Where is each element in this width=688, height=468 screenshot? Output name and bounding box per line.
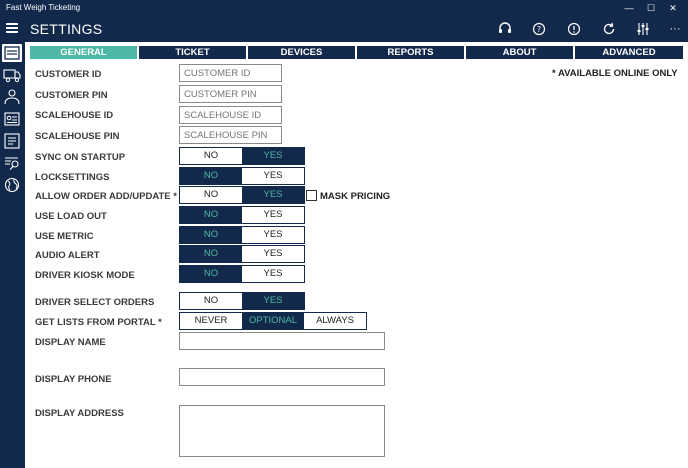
sliders-icon[interactable] (633, 20, 653, 38)
driver-select-toggle: NO YES (179, 292, 305, 310)
online-only-notice: * AVAILABLE ONLINE ONLY (552, 68, 678, 79)
customer-card-icon[interactable] (2, 110, 22, 128)
sync-on-startup-no[interactable]: NO (180, 148, 242, 164)
lists-from-portal-toggle: NEVER OPTIONAL ALWAYS (179, 312, 367, 330)
driver-select-no[interactable]: NO (180, 293, 242, 309)
scalehouse-id-input[interactable] (179, 106, 282, 124)
lists-from-portal-always[interactable]: ALWAYS (304, 313, 366, 329)
lists-from-portal-never[interactable]: NEVER (180, 313, 242, 329)
use-metric-label: USE METRIC (35, 231, 94, 242)
driver-kiosk-toggle: NO YES (179, 265, 305, 283)
sync-on-startup-label: SYNC ON STARTUP (35, 152, 126, 163)
use-load-out-label: USE LOAD OUT (35, 211, 107, 222)
page-title: SETTINGS (30, 21, 103, 37)
allow-order-yes[interactable]: YES (242, 187, 304, 203)
locksettings-yes[interactable]: YES (242, 168, 304, 184)
customer-id-input[interactable] (179, 64, 282, 82)
tab-about[interactable]: ABOUT (466, 46, 573, 59)
customer-pin-label: CUSTOMER PIN (35, 90, 108, 101)
scalehouse-id-label: SCALEHOUSE ID (35, 110, 114, 121)
search-list-icon[interactable] (2, 154, 22, 172)
truck-icon[interactable] (2, 66, 22, 84)
use-metric-yes[interactable]: YES (242, 227, 304, 243)
sync-on-startup-yes[interactable]: YES (242, 148, 304, 164)
tab-advanced[interactable]: ADVANCED (575, 46, 683, 59)
app-header: SETTINGS ? ··· (0, 16, 688, 42)
refresh-icon[interactable] (599, 20, 619, 38)
use-load-out-no[interactable]: NO (180, 207, 242, 223)
lists-from-portal-optional[interactable]: OPTIONAL (242, 313, 304, 329)
driver-kiosk-yes[interactable]: YES (242, 266, 304, 282)
audio-alert-no[interactable]: NO (180, 246, 242, 262)
window-titlebar: Fast Weigh Ticketing — ☐ ✕ (0, 0, 688, 16)
settings-panel: GENERAL TICKET DEVICES REPORTS ABOUT ADV… (25, 42, 688, 468)
allow-order-toggle: NO YES (179, 186, 305, 204)
minimize-button[interactable]: — (618, 1, 640, 15)
sync-on-startup-toggle: NO YES (179, 147, 305, 165)
audio-alert-toggle: NO YES (179, 245, 305, 263)
use-load-out-toggle: NO YES (179, 206, 305, 224)
maximize-button[interactable]: ☐ (640, 1, 662, 15)
allow-order-label: ALLOW ORDER ADD/UPDATE * (35, 191, 177, 202)
mask-pricing-label: MASK PRICING (320, 191, 391, 202)
scalehouse-pin-input[interactable] (179, 126, 282, 144)
more-icon[interactable]: ··· (665, 20, 685, 38)
locksettings-no[interactable]: NO (180, 168, 242, 184)
use-load-out-yes[interactable]: YES (242, 207, 304, 223)
tab-general[interactable]: GENERAL (30, 46, 137, 59)
customer-id-label: CUSTOMER ID (35, 69, 102, 80)
allow-order-no[interactable]: NO (180, 187, 242, 203)
ticket-list-icon[interactable] (2, 44, 22, 62)
tab-devices[interactable]: DEVICES (248, 46, 355, 59)
use-metric-toggle: NO YES (179, 226, 305, 244)
driver-select-label: DRIVER SELECT ORDERS (35, 297, 155, 308)
audio-alert-label: AUDIO ALERT (35, 250, 100, 261)
display-name-input[interactable] (179, 332, 385, 350)
driver-kiosk-no[interactable]: NO (180, 266, 242, 282)
help-icon[interactable]: ? (529, 20, 549, 38)
users-icon[interactable] (2, 88, 22, 106)
use-metric-no[interactable]: NO (180, 227, 242, 243)
svg-text:?: ? (537, 25, 541, 34)
display-address-textarea[interactable] (179, 405, 385, 457)
app-title: Fast Weigh Ticketing (6, 3, 81, 12)
globe-icon[interactable] (2, 176, 22, 194)
tab-reports[interactable]: REPORTS (357, 46, 464, 59)
driver-kiosk-label: DRIVER KIOSK MODE (35, 270, 135, 281)
tab-ticket[interactable]: TICKET (139, 46, 246, 59)
tab-bar: GENERAL TICKET DEVICES REPORTS ABOUT ADV… (30, 46, 683, 59)
audio-alert-yes[interactable]: YES (242, 246, 304, 262)
scalehouse-pin-label: SCALEHOUSE PIN (35, 131, 120, 142)
display-name-label: DISPLAY NAME (35, 337, 106, 348)
lists-from-portal-label: GET LISTS FROM PORTAL * (35, 317, 162, 328)
close-button[interactable]: ✕ (662, 1, 684, 15)
display-phone-label: DISPLAY PHONE (35, 374, 112, 385)
reports-icon[interactable] (2, 132, 22, 150)
driver-select-yes[interactable]: YES (242, 293, 304, 309)
customer-pin-input[interactable] (179, 85, 282, 103)
locksettings-label: LOCKSETTINGS (35, 172, 110, 183)
hamburger-menu-icon[interactable] (6, 23, 18, 33)
display-address-label: DISPLAY ADDRESS (35, 408, 124, 419)
sidebar (0, 42, 25, 468)
locksettings-toggle: NO YES (179, 167, 305, 185)
mask-pricing-checkbox[interactable] (306, 190, 317, 201)
display-phone-input[interactable] (179, 368, 385, 386)
headset-icon[interactable] (495, 20, 515, 38)
info-icon[interactable] (564, 20, 584, 38)
